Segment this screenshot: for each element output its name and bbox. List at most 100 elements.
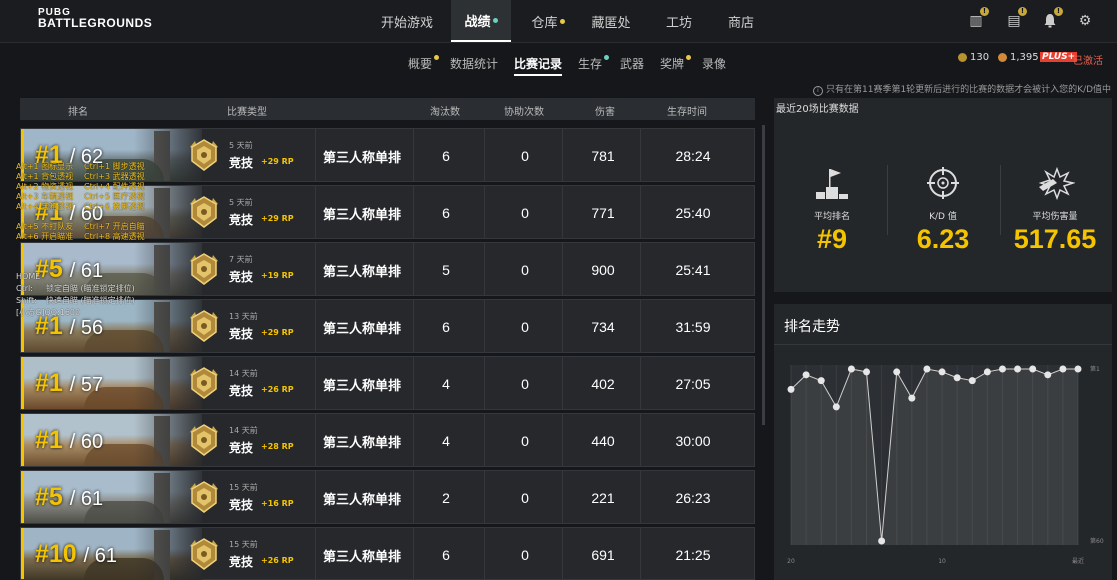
rank-point[interactable] <box>787 385 795 393</box>
avg-rank-value: #9 <box>816 224 848 254</box>
gear-icon[interactable]: ⚙ <box>1077 13 1093 29</box>
header-damage[interactable]: 伤害 <box>595 103 615 118</box>
rank-point[interactable] <box>998 365 1006 373</box>
tier-medal-icon <box>190 139 218 171</box>
subnav-weapons[interactable]: 武器 <box>620 55 644 72</box>
match-mode: 竞技 <box>229 384 254 398</box>
news-icon[interactable]: ▤! <box>1006 7 1027 29</box>
plus-badge[interactable]: PLUS+ <box>1040 52 1078 62</box>
header-kills[interactable]: 淘汰数 <box>430 103 460 118</box>
survival-time-value: 25:41 <box>675 262 711 278</box>
rp-change: +19 RP <box>261 271 294 280</box>
nav-workshop[interactable]: 工坊 <box>652 0 706 42</box>
header-survival-time[interactable]: 生存时间 <box>667 103 707 118</box>
rank-point[interactable] <box>802 371 810 379</box>
placement: #5 / 61 <box>35 255 103 284</box>
tier-medal-icon <box>190 424 218 456</box>
nav-label: 开始游戏 <box>380 15 433 31</box>
rank-point[interactable] <box>1014 365 1022 373</box>
rank-point[interactable] <box>1059 365 1067 373</box>
nav-stash[interactable]: 藏匿处 <box>582 0 640 42</box>
table-row[interactable]: #1 / 57 14 天前 竞技 +26 RP 第三人称单排 4 0 402 27:05 <box>20 356 755 410</box>
nav-inventory[interactable]: 仓库 <box>520 0 576 42</box>
subnav-medals[interactable]: 奖牌 <box>660 55 692 72</box>
avg-damage-label: 平均伤害量 <box>1032 212 1078 222</box>
rank-point[interactable] <box>983 368 991 376</box>
table-row[interactable]: #1 / 56 13 天前 竞技 +29 RP 第三人称单排 6 0 734 31:59 <box>20 299 755 353</box>
match-time-ago: 5 天前 <box>229 141 253 150</box>
rank-point[interactable] <box>832 403 840 411</box>
header-assists[interactable]: 协助次数 <box>504 103 544 118</box>
rank-point[interactable] <box>893 368 901 376</box>
rank-point[interactable] <box>878 537 886 545</box>
bell-icon[interactable]: ! <box>1042 7 1063 29</box>
kd-label: K/D 值 <box>929 212 957 222</box>
rank-point[interactable] <box>908 394 916 402</box>
column-divider <box>562 357 563 409</box>
table-row[interactable]: #10 / 61 15 天前 竞技 +26 RP 第三人称单排 6 0 691 21:25 <box>20 527 755 580</box>
column-divider <box>484 243 485 295</box>
overlay-line: Shift: <box>16 296 37 305</box>
match-mode: 竞技 <box>229 441 254 455</box>
match-type: 第三人称单排 <box>323 322 402 337</box>
survival-time-value: 28:24 <box>675 148 711 164</box>
nav-store[interactable]: 商店 <box>714 0 768 42</box>
rank-point[interactable] <box>847 365 855 373</box>
pubg-logo[interactable]: PUBG BATTLEGROUNDS <box>38 7 152 29</box>
column-divider <box>640 243 641 295</box>
tier-medal-icon <box>190 367 218 399</box>
column-divider <box>315 414 316 466</box>
survival-time-value: 27:05 <box>675 376 711 392</box>
avg-damage-stat: 平均伤害量 517.65 <box>1005 165 1105 255</box>
subnav-statistics[interactable]: 数据统计 <box>450 55 498 72</box>
column-divider <box>413 243 414 295</box>
column-divider <box>413 129 414 181</box>
assists-value: 0 <box>521 148 529 164</box>
nav-play[interactable]: 开始游戏 <box>372 0 442 42</box>
column-divider <box>315 528 316 580</box>
column-divider <box>315 129 316 181</box>
rp-change: +28 RP <box>261 442 294 451</box>
avg-damage-value: 517.65 <box>1013 224 1097 254</box>
rank-trend-chart: 第1 第60 20 10 最近 <box>787 365 1104 565</box>
rank-point[interactable] <box>1029 365 1037 373</box>
subnav-survival[interactable]: 生存 <box>578 55 610 72</box>
column-divider <box>562 243 563 295</box>
column-divider <box>562 186 563 238</box>
subnav-match-history[interactable]: 比赛记录 <box>514 55 563 76</box>
x-axis-label: 20 <box>787 558 795 565</box>
tier-medal-icon <box>190 196 218 228</box>
subnav-label: 录像 <box>702 57 727 71</box>
overlay-line: Alt+6 开启瞄准 <box>16 232 74 241</box>
assists-value: 0 <box>521 433 529 449</box>
x-axis-label: 10 <box>938 558 946 565</box>
header-rank[interactable]: 排名 <box>68 103 88 118</box>
column-divider <box>562 471 563 523</box>
missions-icon[interactable]: ▥! <box>968 7 989 29</box>
table-scrollbar[interactable] <box>762 125 765 425</box>
nav-career[interactable]: 战绩 <box>451 0 511 42</box>
overlay-line: Ctrl: <box>16 284 33 293</box>
match-mode: 竞技 <box>229 327 254 341</box>
placement-total: / 57 <box>69 374 104 396</box>
subnav-replays[interactable]: 录像 <box>702 55 726 72</box>
table-row[interactable]: #5 / 61 15 天前 竞技 +16 RP 第三人称单排 2 0 221 26:23 <box>20 470 755 524</box>
rank-point[interactable] <box>938 368 946 376</box>
rank-point[interactable] <box>1044 371 1052 379</box>
rank-point[interactable] <box>968 377 976 385</box>
match-mode: 竞技 <box>229 156 254 170</box>
rank-point[interactable] <box>953 374 961 382</box>
rp-change: +29 RP <box>261 157 294 166</box>
subnav-overview[interactable]: 概要 <box>408 55 440 72</box>
table-row[interactable]: #1 / 60 14 天前 竞技 +28 RP 第三人称单排 4 0 440 30:00 <box>20 413 755 467</box>
overlay-line: Alt+1 背包透视 <box>16 172 74 181</box>
column-divider <box>413 528 414 580</box>
rank-point[interactable] <box>863 368 871 376</box>
rank-point[interactable] <box>1074 365 1082 373</box>
rank-point[interactable] <box>817 377 825 385</box>
match-mode: 竞技 <box>229 555 254 569</box>
header-match-type[interactable]: 比赛类型 <box>227 103 267 118</box>
column-divider <box>413 186 414 238</box>
column-divider <box>413 414 414 466</box>
rank-point[interactable] <box>923 365 931 373</box>
